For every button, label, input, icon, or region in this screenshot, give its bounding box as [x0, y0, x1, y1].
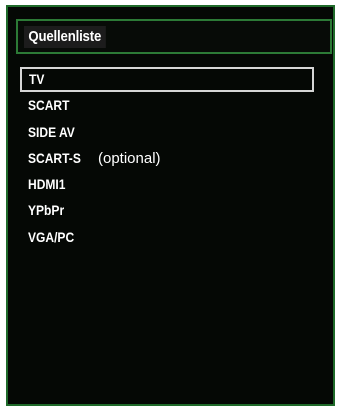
source-list: TV SCART SIDE AV SCART-S (optional) HDMI…: [20, 67, 314, 251]
source-item-ypbpr[interactable]: YPbPr: [20, 198, 314, 223]
source-item-label: TV: [29, 71, 45, 87]
source-item-label: HDMI1: [28, 176, 66, 193]
source-list-panel: Quellenliste TV SCART SIDE AV SCART-S (o…: [6, 5, 335, 406]
source-item-suffix: (optional): [98, 149, 161, 167]
source-item-label: VGA/PC: [28, 228, 75, 245]
source-item-label: SCART: [28, 97, 70, 114]
source-item-label: SIDE AV: [28, 123, 75, 140]
source-item-scart-s[interactable]: SCART-S (optional): [20, 146, 314, 171]
source-item-hdmi1[interactable]: HDMI1: [20, 172, 314, 197]
page-title: Quellenliste: [24, 26, 106, 48]
source-item-label: SCART-S: [28, 149, 81, 166]
source-item-scart[interactable]: SCART: [20, 93, 314, 118]
source-item-tv[interactable]: TV: [20, 67, 314, 92]
source-item-label: YPbPr: [28, 202, 65, 219]
source-list-header: Quellenliste: [16, 19, 332, 54]
source-item-vga-pc[interactable]: VGA/PC: [20, 225, 314, 250]
source-item-side-av[interactable]: SIDE AV: [20, 120, 314, 145]
